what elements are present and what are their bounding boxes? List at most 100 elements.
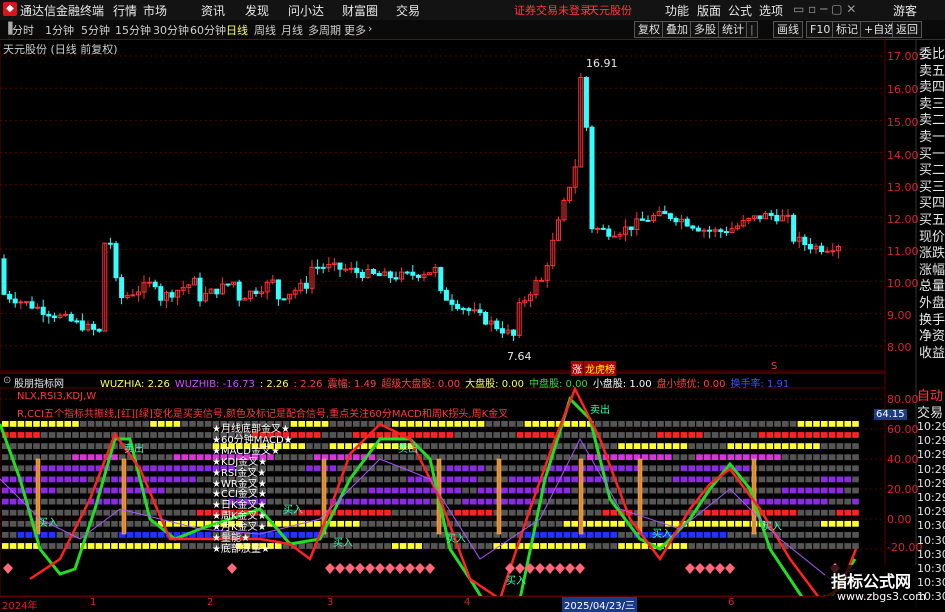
period-15min[interactable]: 15分钟 xyxy=(115,22,151,38)
menu-wenxiaoda[interactable]: 问小达 xyxy=(288,2,324,19)
heat-cell xyxy=(80,520,87,527)
period-more[interactable]: 更多 xyxy=(344,22,366,38)
menu-zixun[interactable]: 资讯 xyxy=(201,2,225,19)
heat-cell xyxy=(368,487,376,494)
heat-cell xyxy=(33,421,40,427)
heat-cell xyxy=(805,432,812,438)
heat-cell xyxy=(727,543,734,549)
tick-time: 10:30 xyxy=(917,547,945,561)
fuquan-button[interactable]: 复权 xyxy=(634,21,664,38)
heat-cell xyxy=(454,432,461,438)
heat-cell xyxy=(56,543,64,549)
heat-cell xyxy=(360,498,368,505)
heat-cell xyxy=(142,421,149,427)
heat-cell xyxy=(563,532,571,538)
dragon-tiger-badge[interactable]: 龙虎榜 xyxy=(584,361,616,376)
heat-cell xyxy=(571,509,578,516)
heat-cell xyxy=(56,487,64,494)
heat-cell xyxy=(399,543,407,549)
heat-cell xyxy=(80,421,87,427)
window-controls[interactable]: ▭ ▫ ─ ▢ ✕ xyxy=(793,2,856,16)
menu-gongneng[interactable]: 功能 xyxy=(665,2,689,19)
heat-cell xyxy=(626,487,633,494)
menu-hangqing[interactable]: 行情 xyxy=(113,2,137,19)
heat-cell xyxy=(813,476,820,483)
heat-cell xyxy=(524,421,532,427)
period-weekly[interactable]: 周线 xyxy=(254,22,276,38)
current-value-tag: 64.15 xyxy=(874,409,907,420)
menu-gongshi[interactable]: 公式 xyxy=(728,2,752,19)
menu-jiaoyi[interactable]: 交易 xyxy=(396,2,420,19)
diamond-marker-icon xyxy=(365,563,375,574)
multi-stock-button[interactable]: 多股 xyxy=(690,21,720,38)
heat-cell xyxy=(173,443,181,449)
heat-cell xyxy=(204,454,212,461)
menu-caifuquan[interactable]: 财富圈 xyxy=(342,2,378,19)
heat-cell xyxy=(571,465,578,472)
menu-banmian[interactable]: 版面 xyxy=(697,2,721,19)
menu-faxian[interactable]: 发现 xyxy=(245,2,269,19)
heat-cell xyxy=(477,454,485,461)
heat-cell xyxy=(688,454,695,461)
period-monthly[interactable]: 月线 xyxy=(281,22,303,38)
heat-cell xyxy=(399,487,407,494)
heat-cell xyxy=(470,520,477,527)
heat-cell xyxy=(204,476,212,483)
menu-shichang[interactable]: 市场 xyxy=(143,2,167,19)
heat-cell xyxy=(587,520,594,527)
period-1min[interactable]: 1分钟 xyxy=(45,22,74,38)
candle-body xyxy=(455,303,461,309)
heat-cell xyxy=(501,498,508,505)
indicator-toggle-icon[interactable]: ⊙ xyxy=(3,375,11,386)
period-multi[interactable]: 多周期 xyxy=(308,22,341,38)
heat-cell xyxy=(275,498,282,505)
stats-button[interactable]: 统计 xyxy=(718,21,748,38)
tick-time: 10:29 xyxy=(917,505,945,519)
period-60min[interactable]: 60分钟 xyxy=(190,22,226,38)
candle-body xyxy=(757,215,763,220)
heat-cell xyxy=(813,454,820,461)
heat-cell xyxy=(587,465,594,472)
rise-badge[interactable]: 涨 xyxy=(571,361,583,376)
heat-cell xyxy=(314,432,321,438)
signal-buy: 买入 xyxy=(283,505,303,516)
heat-cell xyxy=(618,432,625,438)
back-button[interactable]: 返回 xyxy=(892,21,922,38)
y-tick-label: 16.00 xyxy=(887,83,919,96)
heat-cell xyxy=(56,465,64,472)
mark-button[interactable]: 标记 xyxy=(832,21,862,38)
period-5min[interactable]: 5分钟 xyxy=(81,22,110,38)
heat-cell xyxy=(665,476,672,483)
indicator-name[interactable]: 股朋指标网 xyxy=(14,375,64,390)
heat-cell xyxy=(181,476,188,483)
heat-cell xyxy=(415,498,422,505)
y-tick-label: 12.00 xyxy=(887,213,919,226)
candle-body xyxy=(29,301,35,309)
heat-cell xyxy=(197,443,204,449)
trade-label[interactable]: 交易 xyxy=(917,402,943,421)
heat-cell xyxy=(735,509,742,516)
heat-cell xyxy=(657,421,664,427)
heat-cell xyxy=(696,454,703,461)
heat-cell xyxy=(25,543,32,549)
heat-cell xyxy=(797,487,805,494)
heat-cell xyxy=(446,498,454,505)
trade-login-status[interactable]: 证券交易未登录 xyxy=(514,2,591,18)
guest-button[interactable]: 游客 xyxy=(893,2,917,19)
heat-cell xyxy=(321,432,329,438)
draw-line-button[interactable]: 画线 xyxy=(773,21,803,38)
period-more-arrow-icon[interactable]: › xyxy=(368,22,372,35)
heat-cell xyxy=(446,432,454,438)
signal-sell: 卖出 xyxy=(124,444,144,455)
period-fenshi[interactable]: 分时 xyxy=(12,22,34,38)
period-daily[interactable]: 日线 xyxy=(226,22,248,38)
f10-button[interactable]: F10 xyxy=(806,21,835,38)
menu-xuanxiang[interactable]: 选项 xyxy=(759,2,783,19)
overlay-button[interactable]: 叠加 xyxy=(662,21,692,38)
heat-cell xyxy=(80,465,87,472)
heat-cell xyxy=(134,498,142,505)
tick-time: 10:29 xyxy=(917,434,945,448)
period-30min[interactable]: 30分钟 xyxy=(153,22,189,38)
heat-cell xyxy=(353,532,360,538)
bottom-diamond-markers xyxy=(3,563,840,574)
